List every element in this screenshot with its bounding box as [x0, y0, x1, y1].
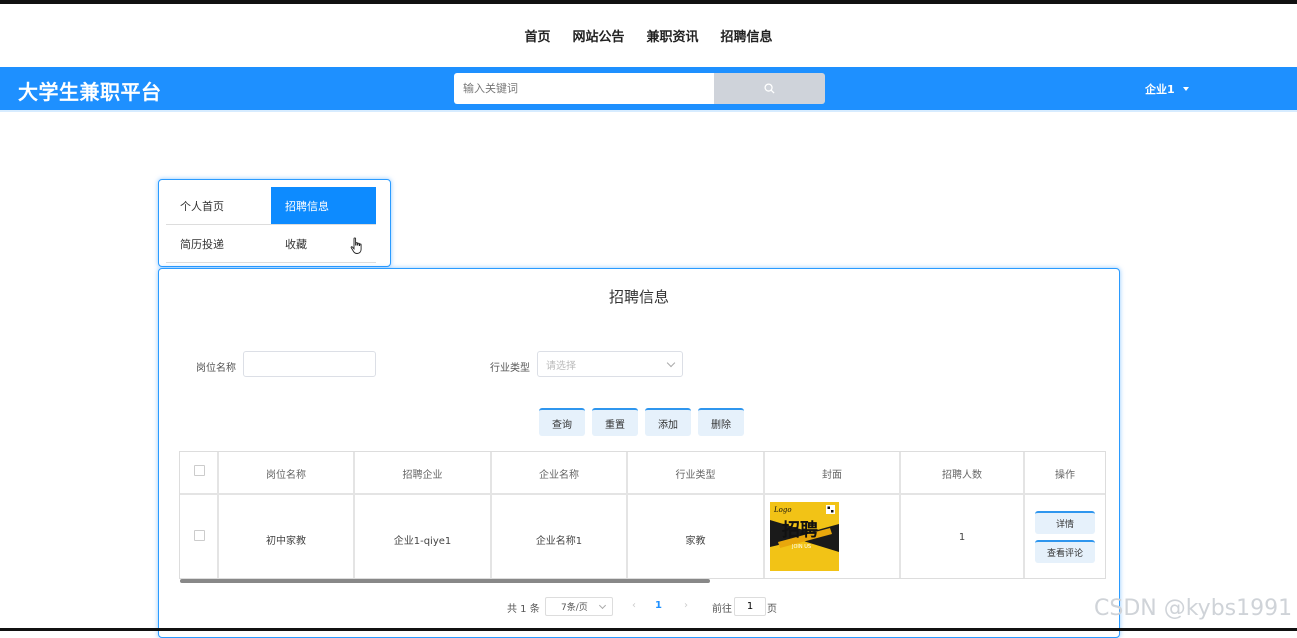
goto-label: 前往	[712, 604, 732, 615]
header-divider	[180, 493, 1105, 495]
nav-home[interactable]: 首页	[524, 26, 550, 45]
col-header-headcount: 招聘人数	[942, 470, 982, 481]
prev-page-icon[interactable]: ‹	[629, 600, 639, 611]
center-subnav: 个人首页 招聘信息 简历投递 收藏	[158, 179, 391, 267]
col-header-actions: 操作	[1055, 470, 1075, 481]
cover-logo-text: Logo	[773, 506, 792, 514]
col-header-recruit-company: 招聘企业	[402, 470, 443, 481]
next-page-icon[interactable]: ›	[681, 600, 691, 611]
col-header-cover: 封面	[822, 470, 842, 481]
subnav-resume-delivery[interactable]: 简历投递	[166, 225, 271, 262]
cell-industry: 家教	[685, 536, 706, 547]
page-suffix: 页	[767, 604, 777, 615]
reset-button[interactable]: 重置	[592, 408, 638, 436]
job-name-label: 岗位名称	[196, 363, 236, 374]
panel-title: 招聘信息	[608, 288, 669, 306]
user-name: 企业1	[1145, 83, 1175, 96]
header-bar: 大学生兼职平台 企业1	[0, 67, 1297, 112]
delete-button[interactable]: 删除	[698, 408, 744, 436]
industry-label: 行业类型	[490, 363, 530, 374]
col-header-company-name: 企业名称	[539, 470, 579, 481]
nav-recruitment[interactable]: 招聘信息	[721, 26, 773, 45]
col-header-job-name: 岗位名称	[266, 470, 306, 481]
hand-cursor-icon	[350, 237, 362, 254]
recruitment-table: 岗位名称 招聘企业 企业名称 行业类型 封面 招聘人数 操作 初中家教 企业1-…	[179, 451, 1106, 583]
horizontal-scrollbar[interactable]	[180, 579, 710, 583]
csdn-watermark: CSDN @kybs1991	[1094, 596, 1293, 621]
cover-title-text: 招聘	[782, 519, 818, 541]
recruitment-poster-image: Logo 招聘 JOIN US	[770, 502, 839, 571]
user-menu[interactable]: 企业1	[1145, 81, 1189, 97]
search-button[interactable]	[714, 73, 825, 104]
cell-recruit-company: 企业1-qiye1	[393, 536, 452, 547]
subnav-personal-home[interactable]: 个人首页	[166, 187, 271, 224]
search-input[interactable]	[454, 73, 714, 104]
top-nav: 首页 网站公告 兼职资讯 招聘信息	[0, 4, 1297, 67]
nav-announcements[interactable]: 网站公告	[572, 26, 624, 45]
cell-headcount: 1	[958, 532, 966, 543]
add-button[interactable]: 添加	[645, 408, 691, 436]
goto-page-input[interactable]	[734, 597, 766, 616]
page-size-value: 7条/页	[561, 603, 588, 613]
cell-job-name: 初中家教	[266, 536, 306, 547]
cover-sub-text: JOIN US	[791, 544, 811, 550]
pagination-total: 共 1 条	[507, 604, 540, 615]
chevron-down-icon	[598, 601, 607, 610]
nav-parttime-news[interactable]: 兼职资讯	[647, 26, 699, 45]
col-header-industry: 行业类型	[675, 470, 716, 481]
view-comments-button[interactable]: 查看评论	[1035, 540, 1095, 563]
row-checkbox[interactable]	[194, 530, 205, 541]
page-size-select[interactable]: 7条/页	[545, 597, 613, 616]
cell-company-name: 企业名称1	[535, 536, 583, 547]
site-title: 大学生兼职平台	[18, 80, 162, 104]
query-button[interactable]: 查询	[539, 408, 585, 436]
detail-button[interactable]: 详情	[1035, 511, 1095, 534]
cover-image: Logo 招聘 JOIN US	[770, 502, 839, 571]
industry-placeholder: 请选择	[546, 360, 576, 372]
caret-down-icon	[1182, 87, 1189, 91]
search-icon	[764, 83, 775, 94]
subnav-recruitment[interactable]: 招聘信息	[271, 187, 376, 224]
recruitment-panel: 招聘信息 岗位名称 行业类型 请选择 查询 重置 添加 删除 岗位名称 招聘企业…	[158, 268, 1120, 638]
page-number[interactable]: 1	[655, 600, 662, 611]
industry-select[interactable]: 请选择	[537, 351, 683, 377]
subnav-divider	[166, 262, 376, 263]
chevron-down-icon	[666, 358, 676, 368]
job-name-input[interactable]	[243, 351, 376, 377]
select-all-checkbox[interactable]	[194, 465, 205, 476]
